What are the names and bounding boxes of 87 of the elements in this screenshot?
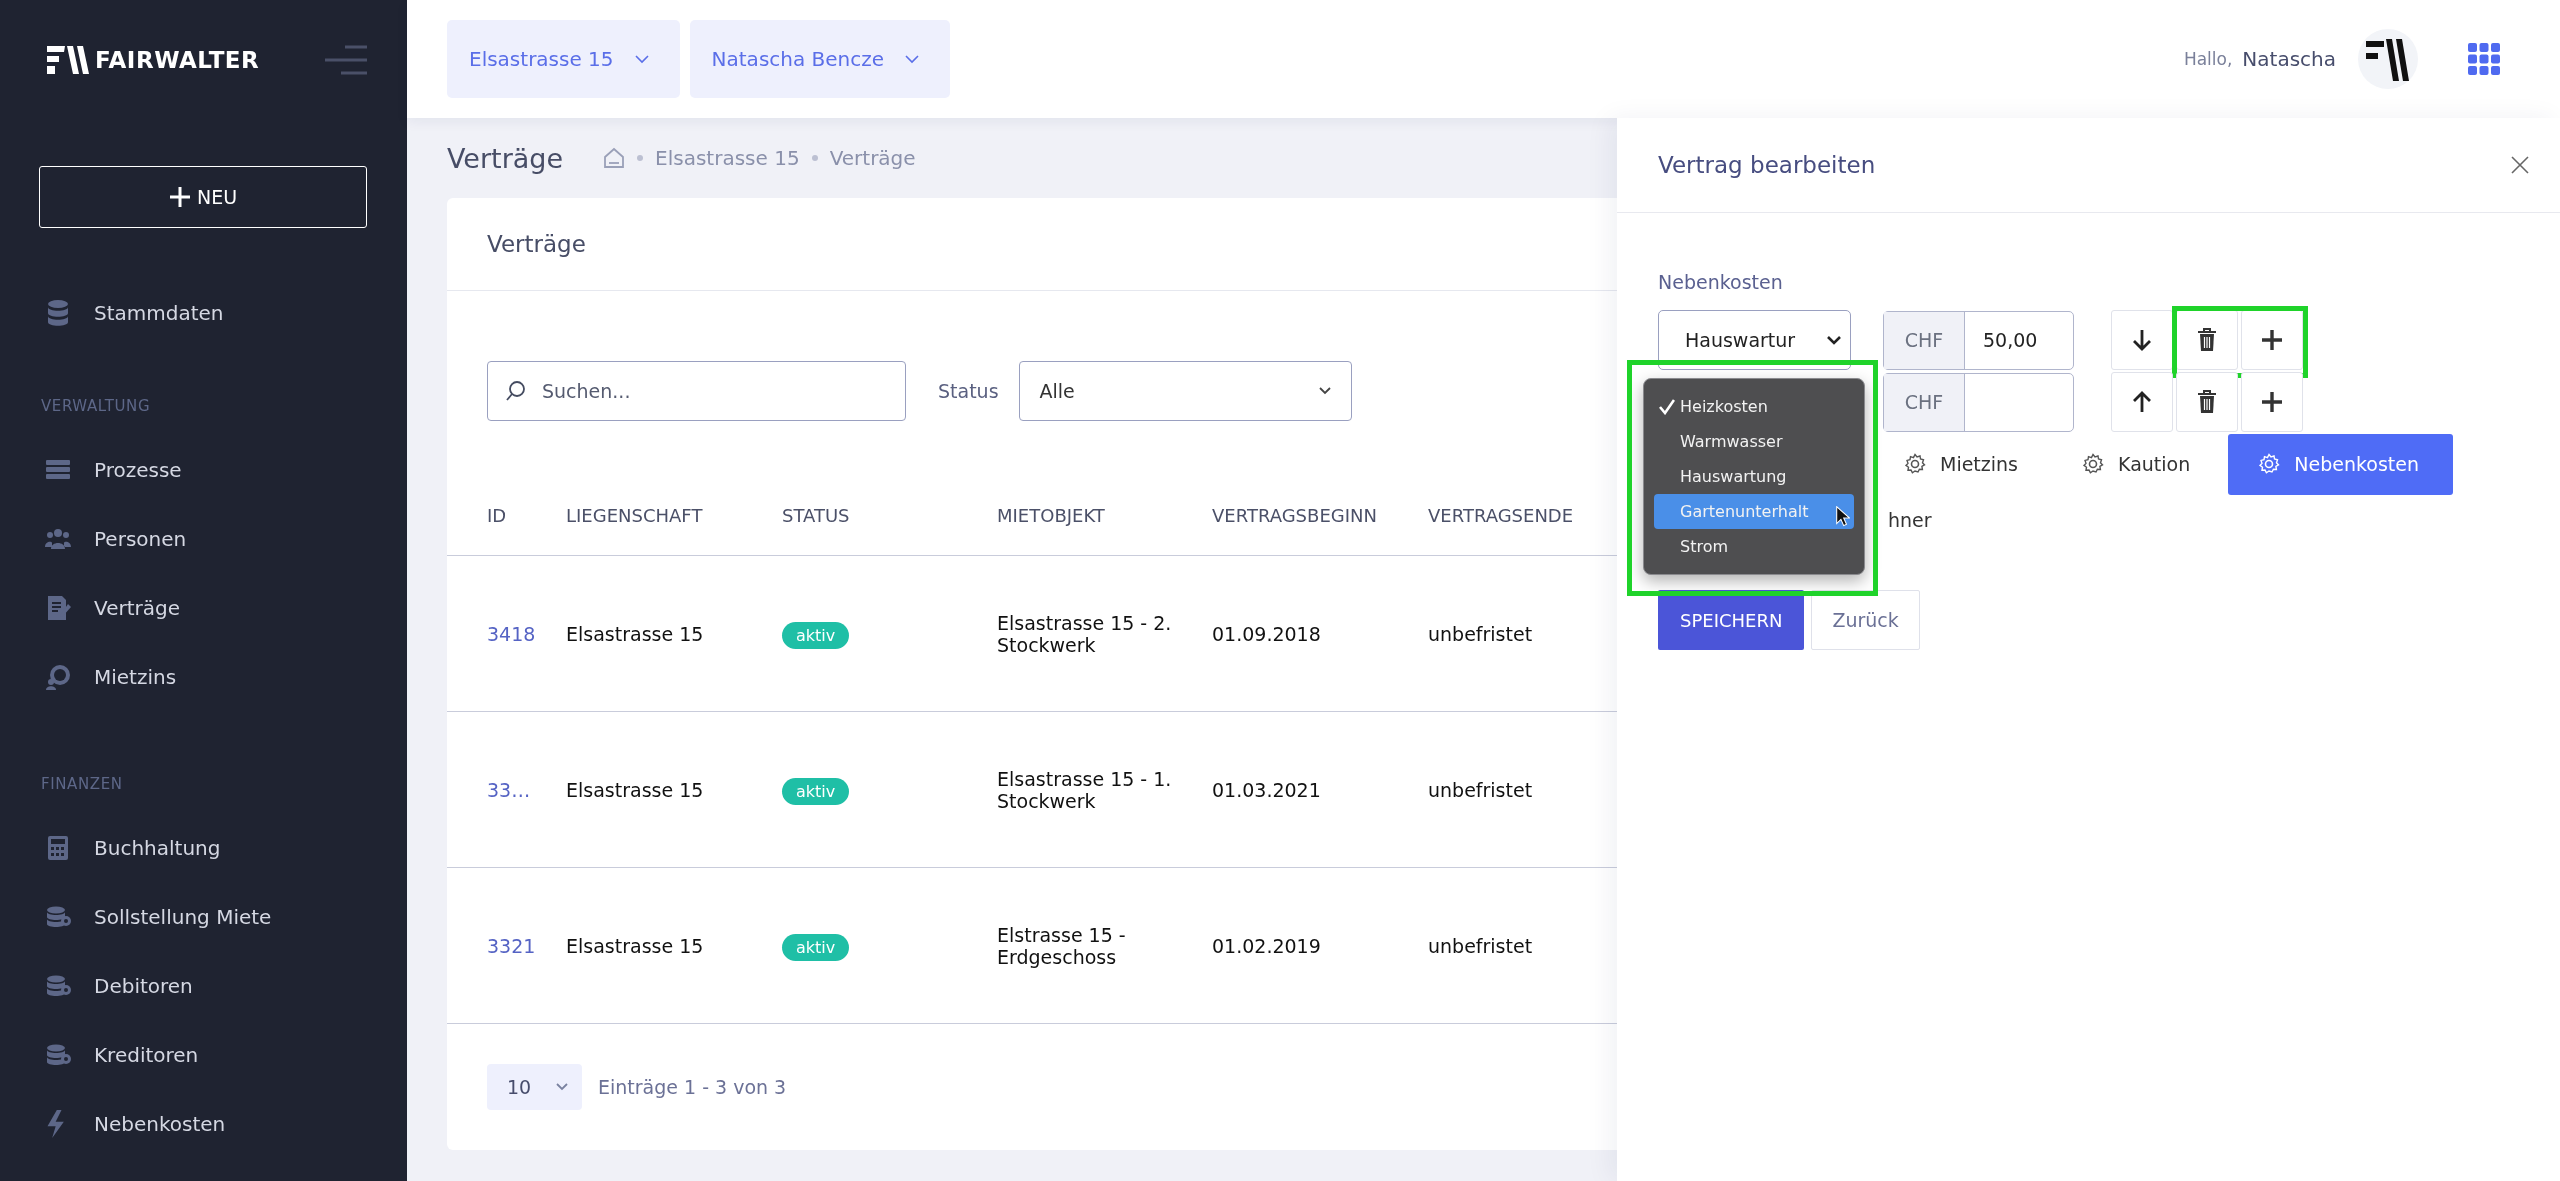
delete-button[interactable] (2176, 310, 2238, 370)
cursor-icon (1836, 506, 1850, 527)
contract-id-link[interactable]: 3321 (487, 934, 536, 957)
status-label: Status (938, 380, 999, 402)
greeting: Hallo, (2183, 49, 2233, 69)
move-button[interactable] (2111, 372, 2173, 432)
gear-icon (2258, 453, 2281, 475)
plus-icon (2261, 391, 2283, 413)
add-button[interactable] (2241, 310, 2303, 370)
table-cell: unbefristet (1428, 778, 1533, 801)
dropdown-option[interactable]: Heizkosten (1654, 389, 1854, 424)
nav-item[interactable]: Mietzins (0, 642, 407, 711)
chevron-down-icon (1826, 335, 1842, 345)
table-cell: Elstrasse 15 - Erdgeschoss (997, 923, 1126, 968)
property-select[interactable]: Elsastrasse 15 (447, 20, 680, 98)
save-button[interactable]: SPEICHERN (1658, 590, 1805, 650)
chevron-down-icon (1318, 387, 1331, 395)
table-cell: Elsastrasse 15 (566, 778, 704, 801)
avatar-icon[interactable] (2358, 29, 2418, 89)
nav-item[interactable]: Verträge (0, 573, 407, 642)
column-header: ID (487, 504, 508, 526)
gear-icon (1904, 453, 1926, 475)
close-icon[interactable] (2510, 155, 2530, 175)
checkbox-label: hner (1888, 509, 1932, 531)
table-cell: 01.09.2018 (1212, 622, 1321, 645)
user-name: Natascha (2242, 47, 2336, 71)
table-cell: Elsastrasse 15 (566, 622, 704, 645)
nav-item[interactable]: Buchhaltung (0, 813, 407, 882)
status-badge: aktiv (782, 777, 850, 805)
arrow-down-icon (2131, 328, 2153, 352)
chevron-down-icon (556, 1083, 568, 1091)
cost-type-select[interactable]: Hauswartur (1658, 310, 1851, 370)
amount-field[interactable]: CHF 50,00 (1883, 310, 2074, 370)
column-header: LIEGENSCHAFT (566, 504, 704, 526)
tab[interactable]: Nebenkosten (2228, 433, 2453, 495)
nav-item[interactable]: Prozesse (0, 435, 407, 504)
dropdown-option[interactable]: Hauswartung (1654, 459, 1854, 494)
table-cell: 01.02.2019 (1212, 934, 1321, 957)
dropdown-option[interactable]: Warmwasser (1654, 424, 1854, 459)
status-badge: aktiv (782, 933, 850, 961)
nav-item[interactable]: Stammdaten (0, 278, 407, 347)
amount-field[interactable]: CHF (1883, 372, 2074, 432)
status-select[interactable]: Alle (1018, 361, 1352, 421)
table-cell: Elsastrasse 15 - 1. Stockwerk (997, 767, 1172, 812)
apps-grid-icon[interactable] (2468, 43, 2500, 75)
status-badge: aktiv (782, 621, 850, 649)
page-size-select[interactable]: 10 (487, 1064, 582, 1110)
nav-item[interactable]: Nebenkosten (0, 1089, 407, 1158)
column-header: VERTRAGSENDE (1428, 504, 1575, 526)
section-title: FINANZEN (40, 775, 124, 793)
section-title: VERWALTUNG (40, 397, 152, 415)
nav-item[interactable]: Sollstellung Miete (0, 882, 407, 951)
new-button[interactable]: NEU (39, 166, 367, 228)
plus-icon (168, 186, 191, 208)
logo-text: FAIRWALTER (95, 47, 260, 73)
table-cell: Elsastrasse 15 (566, 934, 704, 957)
delete-button[interactable] (2176, 372, 2238, 432)
plus-icon (2261, 329, 2283, 351)
nav-item[interactable]: Debitoren (0, 951, 407, 1020)
table-cell: Elsastrasse 15 - 2. Stockwerk (997, 611, 1172, 656)
entries-summary: Einträge 1 - 3 von 3 (598, 1076, 787, 1098)
contract-id-link[interactable]: 33… (487, 778, 531, 801)
column-header: MIETOBJEKT (997, 504, 1106, 526)
table-cell: unbefristet (1428, 934, 1533, 957)
table-cell: unbefristet (1428, 622, 1533, 645)
move-button[interactable] (2111, 310, 2173, 370)
nav-item[interactable]: Kreditoren (0, 1020, 407, 1089)
chevron-down-icon (633, 54, 650, 64)
trash-icon (2197, 390, 2217, 414)
gear-icon (2082, 453, 2104, 475)
panel-title: Vertrag bearbeiten (1658, 152, 1876, 178)
dropdown-option[interactable]: Strom (1654, 529, 1854, 564)
search-field[interactable]: Suchen... (487, 361, 906, 421)
table-cell: 01.03.2021 (1212, 778, 1321, 801)
add-button[interactable] (2241, 372, 2303, 432)
logo-icon (45, 44, 89, 76)
page-title: Verträge (447, 142, 564, 174)
section-label: Nebenkosten (1658, 271, 1784, 293)
column-header: VERTRAGSBEGINN (1212, 504, 1378, 526)
contract-id-link[interactable]: 3418 (487, 622, 536, 645)
trash-icon (2197, 328, 2217, 352)
arrow-up-icon (2131, 390, 2153, 414)
back-button[interactable]: Zurück (1811, 590, 1920, 650)
chevron-down-icon (904, 54, 921, 64)
person-select[interactable]: Natascha Bencze (689, 20, 951, 98)
nav-item[interactable]: Personen (0, 504, 407, 573)
column-header: STATUS (782, 504, 851, 526)
